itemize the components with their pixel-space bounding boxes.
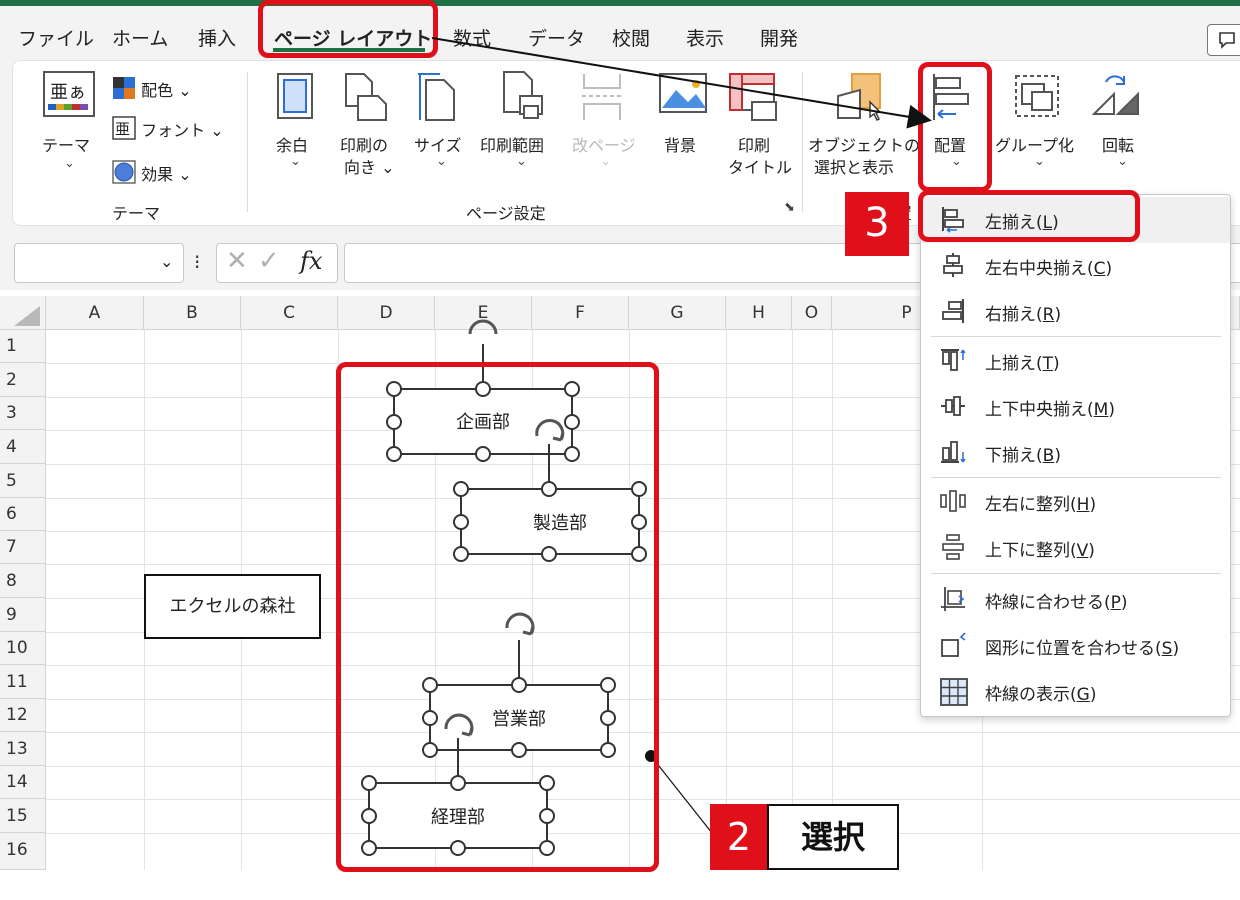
enter-check-icon[interactable]: ✓ [258, 246, 280, 276]
callout-leader-line [650, 755, 713, 834]
align-top-icon [941, 349, 966, 371]
menu-item-view-gridlines[interactable]: 枠線の表示(G) [921, 669, 1230, 715]
menu-separator [931, 573, 1221, 574]
insert-function-icon[interactable]: fx [300, 247, 322, 275]
theme-group-label: テーマ [112, 204, 161, 223]
name-box-chevron-icon[interactable]: ⌄ [160, 252, 173, 271]
formula-bar-grip-icon[interactable]: ⁝ [194, 250, 200, 274]
distribute-vertical-icon [942, 534, 964, 560]
menu-item-distribute-horizontal[interactable]: 左右に整列(H) [921, 479, 1230, 525]
distribute-horizontal-icon [940, 490, 966, 512]
menu-item-label: 上揃え(T) [985, 354, 1060, 374]
snap-to-grid-icon [941, 587, 965, 611]
align-right-icon [942, 299, 964, 323]
step-2-badge: 2 [710, 804, 768, 870]
menu-item-align-center[interactable]: 左右中央揃え(C) [921, 243, 1230, 289]
menu-item-label: 左右中央揃え(C) [985, 259, 1113, 279]
dialog-launcher-icon[interactable]: ⬊ [784, 200, 795, 215]
menu-item-label: 枠線の表示(G) [985, 685, 1097, 705]
highlight-align-left-item [918, 190, 1140, 242]
cancel-icon[interactable]: ✕ [226, 246, 248, 276]
menu-item-label: 下揃え(B) [985, 446, 1061, 466]
menu-separator [931, 477, 1221, 478]
align-center-icon [943, 253, 963, 277]
highlight-selected-shapes [336, 362, 659, 872]
menu-item-label: 上下中央揃え(M) [985, 400, 1115, 420]
menu-item-align-middle[interactable]: 上下中央揃え(M) [921, 384, 1230, 430]
snap-to-shape-icon [941, 632, 966, 657]
page-setup-group-label: ページ設定 [466, 204, 546, 223]
menu-item-label: 右揃え(R) [985, 305, 1062, 325]
align-middle-icon [941, 396, 965, 416]
menu-separator [931, 336, 1221, 337]
arrow-annotation [431, 37, 932, 129]
menu-item-align-top[interactable]: 上揃え(T) [921, 338, 1230, 384]
step-3-badge: 3 [845, 192, 909, 256]
menu-item-label: 枠線に合わせる(P) [985, 593, 1128, 613]
menu-item-label: 図形に位置を合わせる(S) [985, 639, 1180, 659]
menu-item-align-right[interactable]: 右揃え(R) [921, 289, 1230, 335]
name-box[interactable] [14, 243, 184, 283]
menu-item-label: 上下に整列(V) [985, 541, 1095, 561]
step-2-label: 選択 [767, 804, 899, 870]
gridlines-icon [940, 678, 968, 706]
menu-item-align-bottom[interactable]: 下揃え(B) [921, 430, 1230, 476]
menu-item-distribute-vertical[interactable]: 上下に整列(V) [921, 525, 1230, 571]
menu-item-snap-to-shape[interactable]: 図形に位置を合わせる(S) [921, 623, 1230, 669]
align-bottom-icon [941, 441, 966, 463]
align-dropdown-menu: 左揃え(L) 左右中央揃え(C) 右揃え(R) 上揃え(T) 上下中央揃え(M)… [920, 194, 1231, 717]
menu-item-snap-to-grid[interactable]: 枠線に合わせる(P) [921, 577, 1230, 623]
menu-item-label: 左右に整列(H) [985, 495, 1097, 515]
